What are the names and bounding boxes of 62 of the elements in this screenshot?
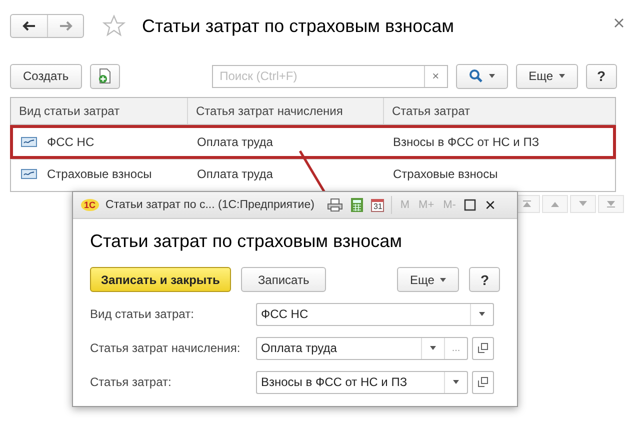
open-button[interactable] xyxy=(472,370,494,394)
document-add-icon xyxy=(98,68,112,84)
search-field[interactable]: Поиск (Ctrl+F) × xyxy=(212,64,448,88)
caret-icon xyxy=(453,380,459,384)
caret-icon xyxy=(440,278,446,282)
caret-icon xyxy=(559,74,566,78)
leader-line xyxy=(298,150,328,194)
triangle-up-icon xyxy=(522,200,532,208)
select-field[interactable]: Оплата труда ... xyxy=(256,336,468,360)
open-window-icon xyxy=(478,343,488,353)
clear-button[interactable]: × xyxy=(424,66,447,86)
triangle-down-icon xyxy=(578,200,588,208)
printer-icon[interactable] xyxy=(327,198,344,212)
search-icon xyxy=(468,69,483,83)
table-cell: Взносы в ФСС от НС и ПЗ xyxy=(393,135,540,149)
dialog-caption: Статьи затрат по с... (1С:Предприятие) xyxy=(106,199,314,211)
list-item-icon xyxy=(21,137,37,147)
create-button[interactable]: Создать xyxy=(10,64,82,88)
help-button[interactable]: ? xyxy=(469,267,500,292)
select-field[interactable]: Взносы в ФСС от НС и ПЗ xyxy=(256,370,468,394)
arrow-left-icon xyxy=(22,21,36,31)
list-item-icon xyxy=(21,169,37,179)
column-header[interactable]: Статья затрат начисления xyxy=(187,98,383,124)
triangle-up-icon xyxy=(550,200,560,208)
column-header[interactable]: Вид статьи затрат xyxy=(11,98,187,124)
field-value: Взносы в ФСС от НС и ПЗ xyxy=(260,375,408,389)
calculator-icon[interactable] xyxy=(350,197,364,213)
table-row[interactable]: ФСС НС Оплата труда Взносы в ФСС от НС и ПЗ xyxy=(10,125,616,159)
search-options-button[interactable] xyxy=(456,64,508,88)
close-button[interactable]: × xyxy=(484,194,496,216)
table-cell: Оплата труда xyxy=(197,167,273,181)
save-and-close-button[interactable]: Записать и закрыть xyxy=(90,267,231,292)
arrow-right-icon xyxy=(58,21,72,31)
table-cell: ФСС НС xyxy=(47,135,94,149)
caret-icon xyxy=(479,312,485,316)
star-icon[interactable] xyxy=(102,14,126,38)
field-label: Статья затрат: xyxy=(90,375,172,389)
table-cell: Страховые взносы xyxy=(47,167,152,181)
caret-icon xyxy=(430,346,436,350)
triangle-down-icon xyxy=(606,200,616,208)
more-button[interactable]: Еще xyxy=(397,267,460,292)
table-cell: Оплата труда xyxy=(197,135,273,149)
close-icon[interactable] xyxy=(614,18,624,28)
field-value: ФСС НС xyxy=(260,307,310,321)
table-cell: Страховые взносы xyxy=(393,167,498,181)
field-value: Оплата труда xyxy=(260,341,338,355)
select-field[interactable]: ФСС НС xyxy=(256,302,494,326)
dialog-title: Статьи затрат по страховым взносам xyxy=(90,231,403,252)
column-header[interactable]: Статья затрат xyxy=(383,98,615,124)
open-button[interactable] xyxy=(472,336,494,360)
caret-icon xyxy=(488,74,495,78)
add-document-button[interactable] xyxy=(90,64,120,88)
open-window-icon xyxy=(478,377,488,387)
window-title: Статьи затрат по страховым взносам xyxy=(142,16,454,36)
calendar-icon[interactable]: 31 xyxy=(371,198,384,212)
save-button[interactable]: Записать xyxy=(240,267,326,292)
more-button[interactable]: Еще xyxy=(516,64,578,88)
field-label: Вид статьи затрат: xyxy=(90,307,195,321)
maximize-icon[interactable] xyxy=(464,199,476,211)
field-label: Статья затрат начисления: xyxy=(90,341,242,355)
help-button[interactable]: ? xyxy=(586,64,617,88)
logo-icon: 1С xyxy=(81,199,99,211)
